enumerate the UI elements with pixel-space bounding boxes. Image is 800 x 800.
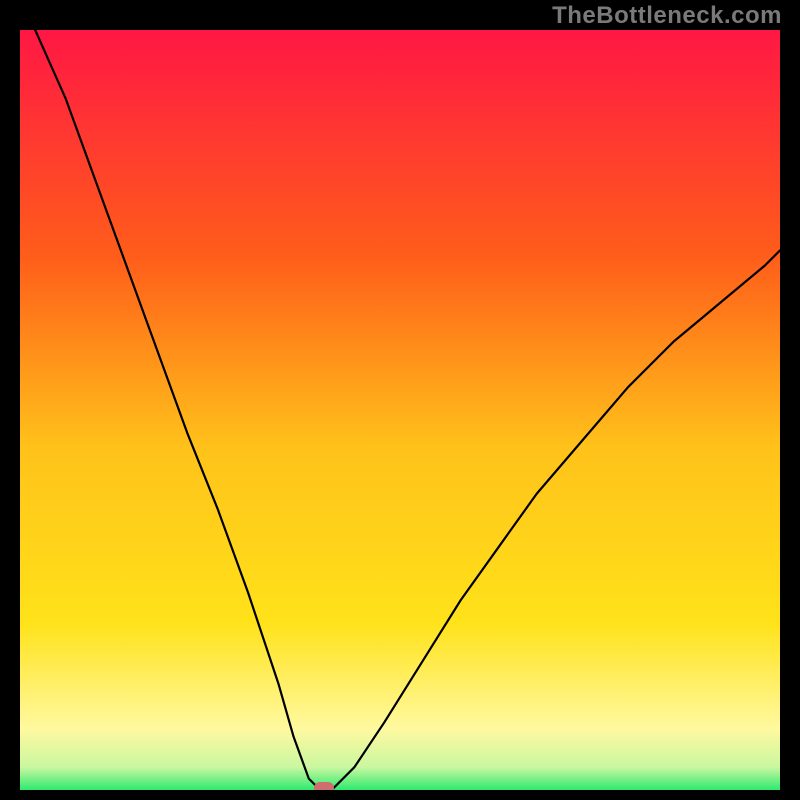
minimum-marker <box>314 782 334 790</box>
chart-outer: TheBottleneck.com <box>0 0 800 800</box>
gradient-background <box>20 30 780 790</box>
watermark-text: TheBottleneck.com <box>552 2 782 30</box>
plot-area <box>20 30 780 790</box>
chart-svg <box>20 30 780 790</box>
